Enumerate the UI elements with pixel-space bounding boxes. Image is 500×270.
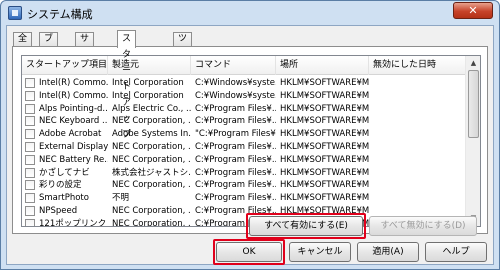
cell-location: HKLM¥SOFTWARE¥Micr... [280, 154, 369, 165]
dialog-client-area: 全般 ブート サービス スタートアップ ツール スタートアップ項目 製造元 コマ… [6, 25, 494, 265]
table-row[interactable]: かざしてナビ 株式会社ジャストシ... C:¥Program Files¥... HK… [22, 167, 466, 180]
startup-item-checkbox[interactable] [25, 78, 35, 88]
cell-command: C:¥Program Files¥... [195, 154, 276, 165]
cell-item: NPSpeed [39, 205, 78, 216]
startup-item-checkbox[interactable] [25, 141, 35, 152]
app-icon [8, 6, 22, 20]
startup-item-checkbox[interactable] [25, 205, 35, 216]
cell-location: HKLM¥SOFTWARE¥Micr... [280, 78, 369, 88]
cell-date [373, 167, 463, 180]
startup-tab-panel: スタートアップ項目 製造元 コマンド 場所 無効にした日時 Intel(R) C… [12, 46, 488, 234]
cancel-button[interactable]: キャンセル [289, 242, 351, 262]
startup-item-checkbox[interactable] [25, 154, 35, 165]
vertical-scrollbar[interactable]: ▲ ▼ [465, 56, 480, 226]
window-title: システム構成 [27, 8, 93, 21]
cell-date [373, 103, 463, 116]
tab-tools[interactable]: ツール [173, 32, 193, 70]
cell-item: かざしてナビ [39, 167, 90, 178]
column-header-manufacturer[interactable]: 製造元 [108, 56, 191, 75]
cell-command: C:¥Windows¥syste... [195, 78, 276, 88]
cell-location: HKLM¥SOFTWARE¥Micr... [280, 141, 369, 152]
ok-highlight [213, 239, 285, 265]
cell-maker: 株式会社ジャストシ... [112, 167, 191, 178]
table-row[interactable]: Adobe Acrobat Adobe Systems In... "C:¥Prog… [22, 128, 466, 141]
cell-item: NEC Battery Re... [39, 154, 108, 165]
table-row[interactable]: NEC Battery Re... NEC Corporation, ... C:¥… [22, 154, 466, 167]
cell-item: SmartPhoto [39, 193, 89, 204]
column-header-location[interactable]: 場所 [276, 56, 369, 75]
tab-startup[interactable]: スタートアップ [117, 30, 137, 140]
scroll-thumb[interactable] [468, 70, 479, 138]
cell-command: C:¥Program Files¥... [195, 193, 276, 204]
tab-services[interactable]: サービス [75, 32, 95, 83]
cell-item: NEC Keyboard ... [39, 116, 108, 127]
startup-item-checkbox[interactable] [25, 180, 35, 191]
startup-item-checkbox[interactable] [25, 218, 35, 226]
cell-date [373, 192, 463, 205]
cell-date [373, 77, 463, 90]
cell-location: HKLM¥SOFTWARE¥Micr... [280, 116, 369, 127]
table-row[interactable]: External Display... NEC Corporation, ... C… [22, 141, 466, 154]
system-configuration-window: システム構成 ✕ 全般 ブート サービス スタートアップ ツール スタートアップ… [0, 0, 500, 270]
cell-item: External Display... [39, 141, 108, 152]
cell-maker: NEC Corporation, ... [112, 180, 191, 191]
cell-command: C:¥Program Files¥... [195, 116, 276, 127]
cell-maker: 不明 [112, 193, 130, 204]
cell-item: Adobe Acrobat [39, 129, 102, 140]
cell-item: 121ポップリンク [39, 218, 107, 227]
table-row[interactable]: 彩りの設定 NEC Corporation, ... C:¥Program File… [22, 179, 466, 192]
cell-command: C:¥Program Files¥... [195, 180, 276, 191]
cell-command: C:¥Windows¥syste... [195, 90, 276, 101]
help-button[interactable]: ヘルプ [425, 242, 487, 262]
cell-item: Alps Pointing-d... [39, 103, 108, 114]
title-bar[interactable]: システム構成 ✕ [1, 1, 499, 25]
cell-maker: NEC Corporation, ... [112, 154, 191, 165]
startup-item-checkbox[interactable] [25, 167, 35, 178]
startup-item-checkbox[interactable] [25, 116, 35, 127]
cell-date [373, 141, 463, 154]
column-header-startup-item[interactable]: スタートアップ項目 [22, 56, 108, 75]
cell-location: HKLM¥SOFTWARE¥Micr... [280, 129, 369, 140]
startup-item-checkbox[interactable] [25, 90, 35, 101]
list-header: スタートアップ項目 製造元 コマンド 場所 無効にした日時 [22, 56, 466, 75]
disable-all-button[interactable]: すべて無効にする(D) [369, 216, 477, 236]
tab-general[interactable]: 全般 [13, 32, 33, 57]
table-row[interactable]: Intel(R) Commo... Intel Corporation C:¥Win… [22, 77, 466, 90]
tab-boot[interactable]: ブート [39, 32, 59, 70]
cell-location: HKLM¥SOFTWARE¥Micr... [280, 103, 369, 114]
scroll-up-arrow-icon[interactable]: ▲ [467, 57, 480, 70]
cell-location: HKLM¥SOFTWARE¥Micr... [280, 193, 369, 204]
cell-item: Intel(R) Commo... [39, 78, 108, 88]
enable-all-highlight [246, 213, 366, 239]
cell-command: C:¥Program Files¥... [195, 141, 276, 152]
cell-location: HKLM¥SOFTWARE¥Micr... [280, 167, 369, 178]
startup-item-checkbox[interactable] [25, 129, 35, 140]
cell-item: Intel(R) Commo... [39, 90, 108, 101]
cell-command: C:¥Program Files¥... [195, 167, 276, 178]
apply-button[interactable]: 適用(A) [357, 242, 419, 262]
list-rows: Intel(R) Commo... Intel Corporation C:¥Win… [22, 77, 466, 227]
cell-maker: NEC Corporation, ... [112, 218, 191, 227]
table-row[interactable]: Alps Pointing-d... Alps Electric Co., ...… [22, 103, 466, 116]
close-button[interactable]: ✕ [453, 2, 493, 19]
table-row[interactable]: Intel(R) Commo... Intel Corporation C:¥Win… [22, 90, 466, 103]
startup-item-checkbox[interactable] [25, 193, 35, 204]
table-row[interactable]: SmartPhoto 不明 C:¥Program Files¥... HKLM¥SOF… [22, 192, 466, 205]
startup-item-checkbox[interactable] [25, 103, 35, 114]
table-row[interactable]: NEC Keyboard ... NEC Corporation, ... C:¥P… [22, 115, 466, 128]
cell-date [373, 179, 463, 192]
cell-date [373, 154, 463, 167]
cell-command: "C:¥Program Files¥... [195, 129, 276, 140]
cell-date [373, 90, 463, 103]
cell-location: HKLM¥SOFTWARE¥Micr... [280, 90, 369, 101]
cell-item: 彩りの設定 [39, 180, 82, 191]
column-header-command[interactable]: コマンド [191, 56, 276, 75]
column-header-date-disabled[interactable]: 無効にした日時 [369, 56, 466, 75]
cell-date [373, 128, 463, 141]
cell-command: C:¥Program Files¥... [195, 103, 276, 114]
cell-location: HKLM¥SOFTWARE¥Micr... [280, 180, 369, 191]
startup-items-list[interactable]: スタートアップ項目 製造元 コマンド 場所 無効にした日時 Intel(R) C… [21, 55, 481, 227]
cell-date [373, 115, 463, 128]
cell-maker: NEC Corporation, ... [112, 205, 191, 216]
